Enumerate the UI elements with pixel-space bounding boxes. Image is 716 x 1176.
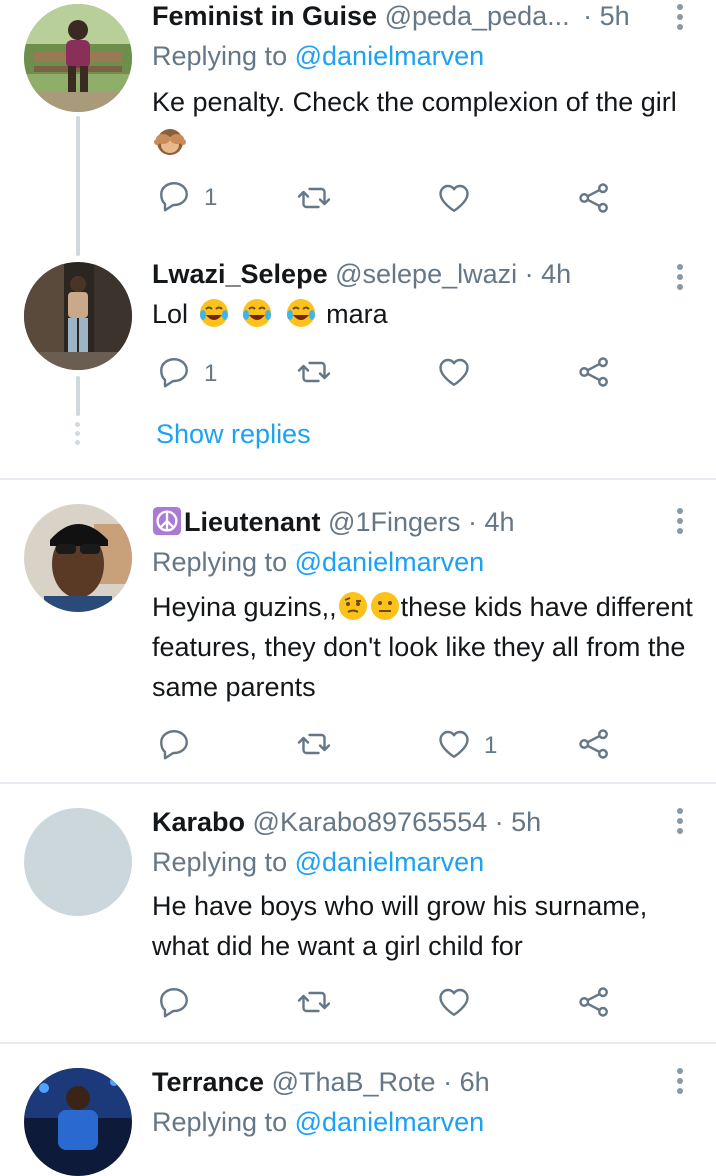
display-name[interactable]: Feminist in Guise — [152, 1, 377, 31]
reply-icon — [160, 358, 188, 388]
user-handle[interactable]: @Karabo89765554 — [253, 807, 488, 837]
more-options-icon[interactable] — [670, 806, 690, 836]
like-icon — [439, 988, 469, 1016]
retweet-icon — [297, 187, 331, 209]
mention-link[interactable]: @danielmarven — [295, 847, 485, 877]
more-options-icon[interactable] — [670, 262, 690, 292]
like-icon — [439, 184, 469, 212]
tweet-header: Terrance @ThaB_Rote · 6h — [152, 1066, 490, 1098]
avatar[interactable] — [24, 262, 132, 370]
tweet-header: Lwazi_Selepe @selepe_lwazi · 4h — [152, 258, 571, 290]
replying-to: Replying to @danielmarven — [152, 1107, 485, 1137]
tears-of-joy-icon — [199, 299, 228, 327]
avatar[interactable] — [24, 504, 132, 612]
replying-to: Replying to @danielmarven — [152, 41, 485, 71]
like-icon — [439, 730, 469, 758]
divider — [0, 1042, 716, 1044]
more-options-icon[interactable] — [670, 1066, 690, 1096]
avatar[interactable] — [24, 808, 132, 916]
mention-link[interactable]: @danielmarven — [295, 1107, 485, 1137]
more-options-icon[interactable] — [670, 2, 690, 32]
display-name[interactable]: Lieutenant — [184, 507, 321, 537]
tweet-text: Heyina guzins,, these kids have different… — [152, 592, 693, 702]
reply-count: 1 — [204, 360, 218, 387]
neutral-face-icon — [370, 592, 399, 620]
thread-line — [76, 376, 80, 416]
reply-icon — [160, 730, 188, 760]
avatar[interactable] — [24, 1068, 132, 1176]
thread-line — [76, 116, 80, 256]
tears-of-joy-icon — [243, 299, 272, 327]
show-replies-link[interactable]: Show replies — [156, 418, 311, 450]
retweet-icon — [297, 991, 331, 1013]
share-icon — [579, 729, 608, 759]
timestamp[interactable]: · 4h — [525, 259, 572, 289]
tweet-text: He have boys who will grow his surname, … — [152, 891, 648, 961]
tweet-header: Lieutenant @1Fingers · 4h — [152, 506, 515, 538]
display-name[interactable]: Karabo — [152, 807, 245, 837]
like-count: 1 — [484, 732, 498, 759]
thread-continuation-dots — [75, 422, 81, 446]
user-handle[interactable]: @1Fingers — [328, 507, 460, 537]
tweet-text: Lol mara — [152, 299, 388, 329]
reply-count: 1 — [204, 184, 218, 211]
replying-to: Replying to @danielmarven — [152, 847, 485, 877]
reply-icon — [160, 988, 188, 1018]
tweet-header: Feminist in Guise @peda_peda... · 5h — [152, 0, 630, 32]
more-options-icon[interactable] — [670, 506, 690, 536]
display-name[interactable]: Lwazi_Selepe — [152, 259, 328, 289]
face-with-raised-eyebrow-icon — [338, 592, 367, 620]
display-name[interactable]: Terrance — [152, 1067, 264, 1097]
divider — [0, 782, 716, 784]
tears-of-joy-icon — [286, 299, 315, 327]
replying-to: Replying to @danielmarven — [152, 547, 485, 577]
reply-icon — [160, 182, 188, 212]
user-handle[interactable]: @selepe_lwazi — [335, 259, 517, 289]
divider — [0, 478, 716, 480]
share-icon — [579, 357, 608, 387]
timestamp[interactable]: · 5h — [495, 807, 542, 837]
user-handle[interactable]: @ThaB_Rote — [272, 1067, 436, 1097]
timestamp[interactable]: · 6h — [443, 1067, 490, 1097]
peace-symbol-icon — [152, 506, 182, 536]
retweet-icon — [297, 733, 331, 755]
share-icon — [579, 183, 608, 213]
avatar[interactable] — [24, 4, 132, 112]
mention-link[interactable]: @danielmarven — [295, 41, 485, 71]
share-icon — [579, 987, 608, 1017]
timestamp[interactable]: · 5h — [583, 1, 630, 31]
mention-link[interactable]: @danielmarven — [295, 547, 485, 577]
tweet-header: Karabo @Karabo89765554 · 5h — [152, 806, 541, 838]
retweet-icon — [297, 361, 331, 383]
see-no-evil-monkey-icon — [154, 129, 186, 155]
user-handle[interactable]: @peda_peda... — [385, 1, 570, 31]
like-icon — [439, 358, 469, 386]
timestamp[interactable]: · 4h — [468, 507, 515, 537]
tweet-text: Ke penalty. Check the complexion of the … — [152, 82, 702, 162]
